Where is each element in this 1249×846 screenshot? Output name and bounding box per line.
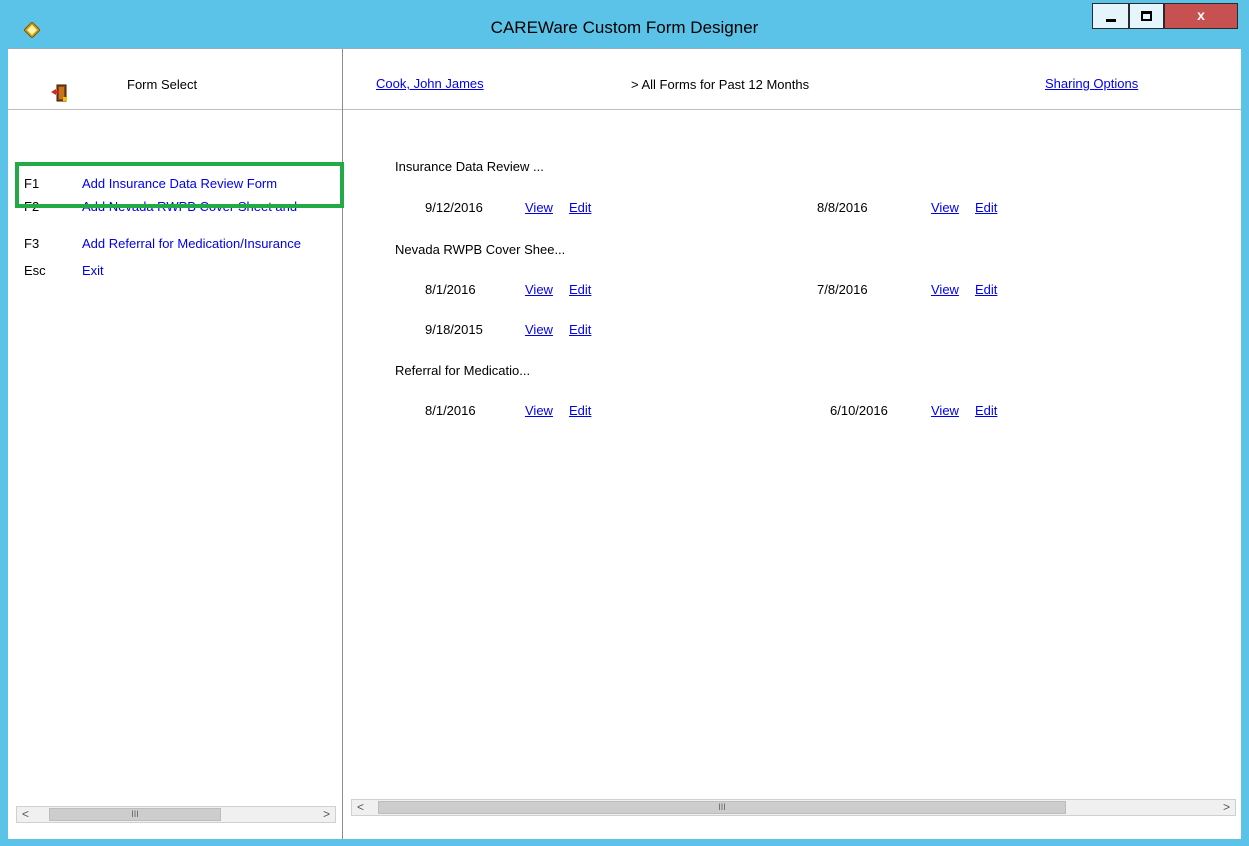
minimize-icon [1106, 19, 1116, 22]
forms-header: Cook, John James > All Forms for Past 12… [343, 49, 1241, 110]
form-group-title: Nevada RWPB Cover Shee... [395, 242, 566, 257]
exit-door-icon[interactable] [51, 83, 69, 103]
menu-key: Esc [24, 263, 46, 278]
form-date: 9/12/2016 [425, 200, 483, 215]
menu-label[interactable]: Exit [82, 263, 342, 278]
maximize-button[interactable] [1129, 3, 1164, 29]
menu-key: F3 [24, 236, 40, 251]
scroll-left-arrow-icon[interactable]: < [352, 800, 369, 815]
left-horizontal-scrollbar[interactable]: < III > [16, 806, 336, 823]
edit-link[interactable]: Edit [569, 200, 591, 215]
form-group-title: Insurance Data Review ... [395, 159, 544, 174]
form-select-label: Form Select [127, 77, 198, 92]
view-link[interactable]: View [525, 403, 553, 418]
view-link[interactable]: View [525, 200, 553, 215]
view-link[interactable]: View [525, 282, 553, 297]
sharing-options-link[interactable]: Sharing Options [1045, 76, 1138, 91]
client-area: Form Select F1 Add Insurance Data Review… [8, 48, 1241, 839]
scroll-right-arrow-icon[interactable]: > [318, 807, 335, 822]
form-date: 6/10/2016 [830, 403, 888, 418]
menu-label[interactable]: Add Referral for Medication/Insurance [82, 236, 342, 251]
form-select-header: Form Select [8, 49, 342, 110]
form-select-panel: Form Select F1 Add Insurance Data Review… [8, 49, 344, 839]
selection-highlight [15, 162, 344, 208]
view-link[interactable]: View [931, 282, 959, 297]
window-title: CAREWare Custom Form Designer [490, 18, 759, 37]
close-icon: x [1197, 7, 1205, 23]
form-date: 8/8/2016 [817, 200, 868, 215]
forms-panel: Cook, John James > All Forms for Past 12… [343, 49, 1241, 839]
form-date: 8/1/2016 [425, 282, 476, 297]
edit-link[interactable]: Edit [975, 403, 997, 418]
close-button[interactable]: x [1164, 3, 1238, 29]
scroll-right-arrow-icon[interactable]: > [1218, 800, 1235, 815]
edit-link[interactable]: Edit [975, 282, 997, 297]
scroll-left-arrow-icon[interactable]: < [17, 807, 34, 822]
view-link[interactable]: View [931, 200, 959, 215]
edit-link[interactable]: Edit [569, 282, 591, 297]
maximize-icon [1141, 11, 1152, 21]
minimize-button[interactable] [1092, 3, 1129, 29]
form-date: 8/1/2016 [425, 403, 476, 418]
form-date: 9/18/2015 [425, 322, 483, 337]
view-link[interactable]: View [525, 322, 553, 337]
client-name-link[interactable]: Cook, John James [376, 76, 484, 91]
scroll-thumb[interactable]: III [378, 801, 1066, 814]
breadcrumb: > All Forms for Past 12 Months [631, 77, 810, 92]
right-horizontal-scrollbar[interactable]: < III > [351, 799, 1236, 816]
form-date: 7/8/2016 [817, 282, 868, 297]
view-link[interactable]: View [931, 403, 959, 418]
edit-link[interactable]: Edit [569, 403, 591, 418]
title-bar: CAREWare Custom Form Designer x [0, 0, 1249, 48]
edit-link[interactable]: Edit [975, 200, 997, 215]
edit-link[interactable]: Edit [569, 322, 591, 337]
scroll-thumb[interactable]: III [49, 808, 221, 821]
form-group-title: Referral for Medicatio... [395, 363, 531, 378]
